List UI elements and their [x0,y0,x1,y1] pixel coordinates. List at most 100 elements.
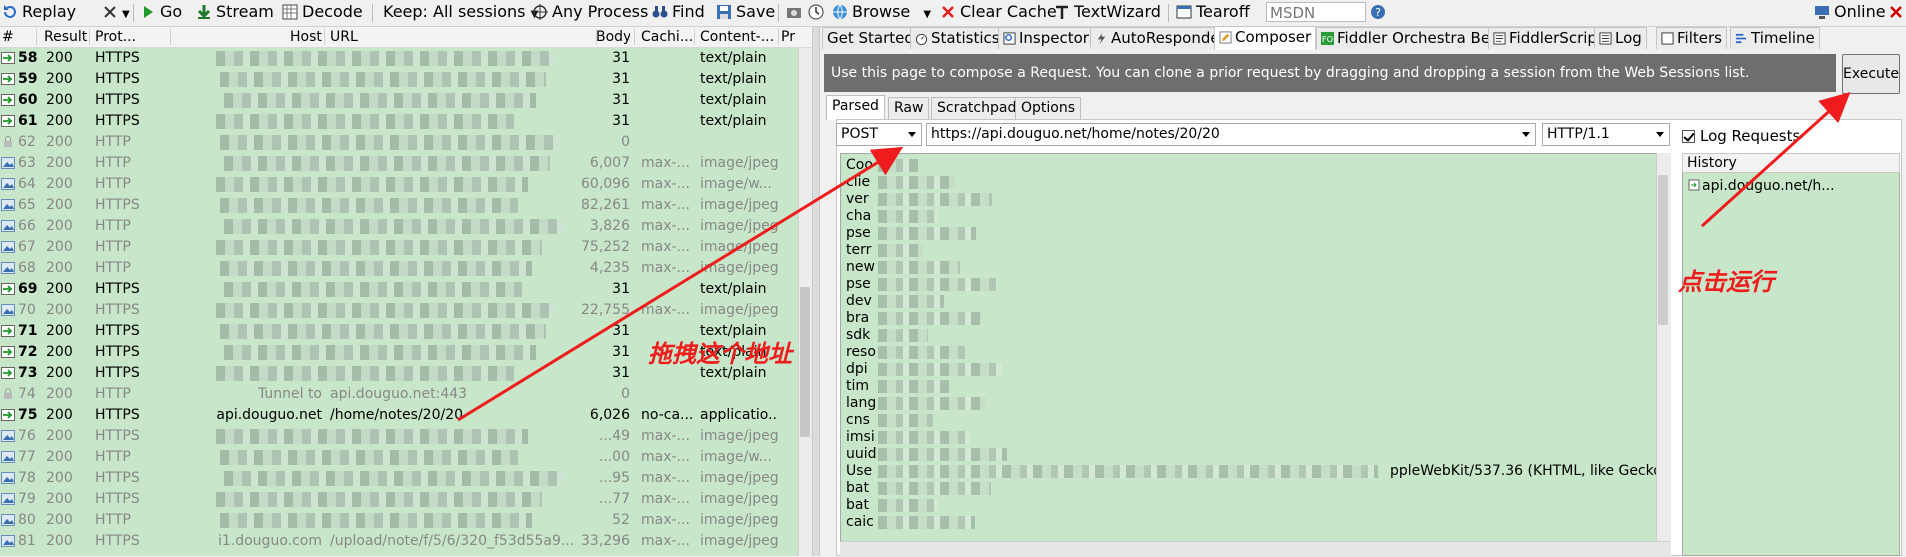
header-line: sdk [846,327,928,344]
table-row[interactable]: 68 200 HTTP 4,235 max-... image/jpeg [0,258,798,279]
timer-button[interactable] [808,0,828,26]
sessions-scroll-thumb[interactable] [800,287,810,437]
log-requests-label: Log Requests [1700,127,1801,145]
online-status[interactable]: Online [1814,0,1886,26]
execute-button[interactable]: Execute [1842,54,1900,94]
toolbar: Replay ▼ Go Stream Decode Keep: All sess… [0,0,1906,42]
find-button[interactable]: Find [652,0,705,26]
log-icon [1599,32,1612,45]
table-row[interactable]: 81 200 HTTPS i1.douguo.com/upload/note/f/5/… [0,531,798,552]
table-row[interactable]: 60 200 HTTPS 31 text/plain [0,90,798,111]
checkbox-icon [1661,32,1674,45]
redacted-region [224,93,536,108]
col-result[interactable]: Result [44,28,87,46]
row-body: ...00 [598,449,630,465]
tab-timeline[interactable]: Timeline [1730,27,1820,49]
method-select[interactable]: POST [836,123,922,146]
decode-button[interactable]: Decode [282,0,363,26]
web-sessions-list[interactable]: # Result Prot... Host URL Body Cachi... … [0,27,812,556]
table-row[interactable]: 66 200 HTTP 3,826 max-... image/jpeg [0,216,798,237]
clear-cache-button[interactable]: Clear Cache [940,0,1057,26]
save-button[interactable]: Save [716,0,775,26]
tab-get-started[interactable]: Get Started [822,27,919,49]
clear-cache-icon [942,6,954,18]
header-line: pse [846,225,976,242]
table-row[interactable]: 75 200 HTTPS api.douguo.net/home/notes/20/2… [0,405,798,426]
keep-sessions-dropdown[interactable]: Keep: All sessions ▼ [383,0,538,26]
remove-menu-button[interactable]: ▼ [102,0,130,26]
history-item[interactable]: api.douguo.net/h... [1688,177,1835,195]
stream-button[interactable]: Stream [196,0,274,26]
redacted-region [878,210,939,223]
table-row[interactable]: 67 200 HTTP 75,252 max-... image/jpeg [0,237,798,258]
row-caching: max-... [641,239,690,255]
row-caching: max-... [641,155,690,171]
screenshot-button[interactable] [786,0,806,26]
col-content-type[interactable]: Content-... [700,28,774,46]
tab-label: Filters [1677,29,1722,47]
col-process[interactable]: Pr [781,28,795,46]
tab-fiddler-orchestra[interactable]: FO Fiddler Orchestra Beta [1316,27,1511,49]
any-process-button[interactable]: Any Process [532,0,648,26]
col-protocol[interactable]: Prot... [95,28,136,46]
subtab-options[interactable]: Options [1015,97,1082,119]
col-number[interactable]: # [2,28,14,46]
msdn-search-input[interactable]: MSDN Search... [1266,2,1366,42]
table-row[interactable]: 62 200 HTTP 0 [0,132,798,153]
col-caching[interactable]: Cachi... [641,28,693,46]
table-row[interactable]: 76 200 HTTPS ...49 max-... image/jpeg [0,426,798,447]
row-caching: no-ca... [641,407,693,423]
table-row[interactable]: 70 200 HTTPS 22,755 max-... image/jpeg [0,300,798,321]
image-icon [1,493,15,505]
replay-button[interactable]: Replay [2,0,76,26]
table-row[interactable]: 74 200 HTTP Tunnel to api.douguo.net:443 0 [0,384,798,405]
table-row[interactable]: 77 200 HTTP ...00 max-... image/w... [0,447,798,468]
col-url[interactable]: URL [330,28,358,46]
textwizard-button[interactable]: TextWizard [1054,0,1161,26]
header-name: Use [846,463,873,479]
tab-statistics[interactable]: Statistics [910,27,1005,49]
subtab-parsed[interactable]: Parsed [826,95,885,120]
table-row[interactable]: 79 200 HTTPS ...77 max-... image/jpeg [0,489,798,510]
col-host[interactable]: Host [290,28,322,46]
row-protocol: HTTP [95,512,131,528]
row-protocol: HTTPS [95,365,140,381]
url-input[interactable]: https://api.douguo.net/home/notes/20/20 [926,123,1536,146]
table-row[interactable]: 69 200 HTTPS 31 text/plain [0,279,798,300]
history-panel[interactable] [1682,153,1900,556]
col-body[interactable]: Body [596,28,630,46]
table-row[interactable]: 61 200 HTTPS 31 text/plain [0,111,798,132]
subtab-scratchpad[interactable]: Scratchpad [931,97,1023,119]
headers-horizontal-scrollbar[interactable] [840,541,1670,557]
log-requests-checkbox[interactable]: Log Requests [1682,127,1800,145]
table-row[interactable]: 80 200 HTTP 52 max-... image/jpeg [0,510,798,531]
tab-label: Composer [1235,28,1312,46]
browse-button[interactable]: Browse ▼ [832,0,931,26]
http-version-select[interactable]: HTTP/1.1 [1542,123,1670,146]
tab-composer[interactable]: Composer [1214,26,1317,50]
tab-filters[interactable]: Filters [1656,27,1727,49]
tearoff-button[interactable]: Tearoff [1176,0,1250,26]
tab-fiddlerscript[interactable]: FiddlerScript [1488,27,1608,49]
tab-log[interactable]: Log [1594,27,1647,49]
tab-inspectors[interactable]: Inspectors [998,27,1102,49]
headers-scroll-thumb[interactable] [1658,175,1668,325]
table-row[interactable]: 65 200 HTTPS 82,261 max-... image/jpeg [0,195,798,216]
row-content-type: image/jpeg [700,491,778,507]
help-button[interactable]: ? [1370,0,1390,26]
panel-splitter[interactable] [812,27,820,556]
go-button[interactable]: Go [140,0,182,26]
table-row[interactable]: 78 200 HTTPS ...95 max-... image/jpeg [0,468,798,489]
request-headers-textarea[interactable]: Coo clie ver cha pse terr new pse dev bra sdk reso d… [840,153,1670,556]
header-name: tim [846,378,870,394]
row-body: 31 [612,323,630,339]
row-result: 200 [46,491,73,507]
subtab-raw[interactable]: Raw [888,97,930,119]
row-caching: max-... [641,428,690,444]
tab-autoresponder[interactable]: AutoResponder [1090,27,1231,49]
close-app-icon[interactable] [1888,0,1906,26]
table-row[interactable]: 64 200 HTTP 60,096 max-... image/w... [0,174,798,195]
table-row[interactable]: 63 200 HTTP 6,007 max-... image/jpeg [0,153,798,174]
table-row[interactable]: 58 200 HTTPS 31 text/plain [0,48,798,69]
table-row[interactable]: 59 200 HTTPS 31 text/plain [0,69,798,90]
